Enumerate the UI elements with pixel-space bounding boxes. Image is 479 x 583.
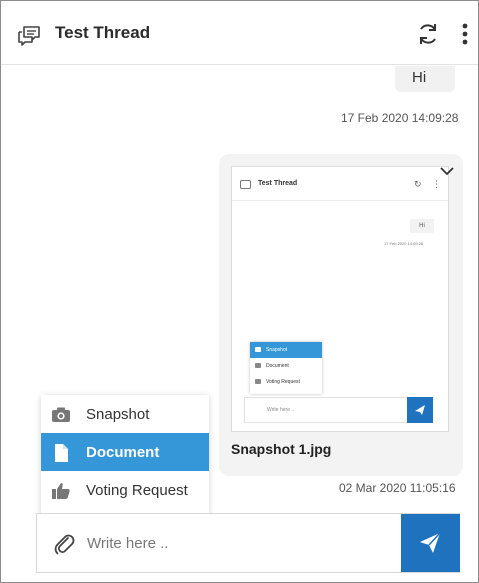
message-composer xyxy=(36,513,460,573)
thumbnail-timestamp: 17 Feb 2020 14:09:28 xyxy=(384,241,424,246)
send-button[interactable] xyxy=(401,514,460,572)
attach-menu: Snapshot Document Voting Request xyxy=(41,395,209,515)
thumbnail-header: Test Thread ↻ ⋮ xyxy=(232,167,448,201)
message-input[interactable] xyxy=(87,528,387,558)
attach-menu-item-voting-request[interactable]: Voting Request xyxy=(41,471,209,509)
image-caption: Snapshot 1.jpg xyxy=(231,441,332,457)
send-icon xyxy=(407,397,433,423)
refresh-icon[interactable] xyxy=(415,21,441,47)
paperclip-icon[interactable] xyxy=(53,532,75,556)
thumbnail-title: Test Thread xyxy=(258,180,298,187)
chat-window: Test Thread Hi 17 Feb 2020 14:09:28 Test… xyxy=(0,0,479,583)
attach-menu-label: Document xyxy=(86,444,160,461)
chat-bubbles-icon xyxy=(18,26,40,46)
message-text: Hi xyxy=(412,69,427,86)
thumbnail-composer: Write here .. xyxy=(244,397,432,423)
message-bubble: Hi xyxy=(395,66,455,92)
thumbnail-menu-item: Document xyxy=(250,358,322,374)
attach-menu-item-document[interactable]: Document xyxy=(41,433,209,471)
send-icon xyxy=(420,532,441,553)
document-icon xyxy=(55,444,68,462)
chat-bubbles-icon xyxy=(240,180,251,189)
thumbnail-attach-menu: Snapshot Document Voting Request xyxy=(250,342,322,394)
attach-menu-label: Voting Request xyxy=(86,482,188,499)
thumbnail-menu-item: Snapshot xyxy=(250,342,322,358)
thumbs-up-icon xyxy=(52,483,70,499)
image-thumbnail[interactable]: Test Thread ↻ ⋮ Hi 17 Feb 2020 14:09:28 … xyxy=(231,166,449,432)
more-vertical-icon: ⋮ xyxy=(432,179,441,189)
more-vertical-icon[interactable] xyxy=(457,21,473,47)
thread-title: Test Thread xyxy=(55,23,151,42)
attach-menu-label: Snapshot xyxy=(86,406,150,423)
attach-menu-item-snapshot[interactable]: Snapshot xyxy=(41,395,209,433)
thumbnail-hi-bubble: Hi xyxy=(410,219,434,233)
thumbnail-placeholder: Write here .. xyxy=(267,407,295,413)
message-timestamp: 02 Mar 2020 11:05:16 xyxy=(339,481,456,495)
refresh-icon: ↻ xyxy=(414,179,422,189)
chevron-down-icon[interactable] xyxy=(437,163,457,179)
thumbnail-menu-item: Voting Request xyxy=(250,374,322,390)
camera-icon xyxy=(52,407,70,422)
message-timestamp: 17 Feb 2020 14:09:28 xyxy=(341,111,459,125)
thread-header: Test Thread xyxy=(1,1,478,65)
